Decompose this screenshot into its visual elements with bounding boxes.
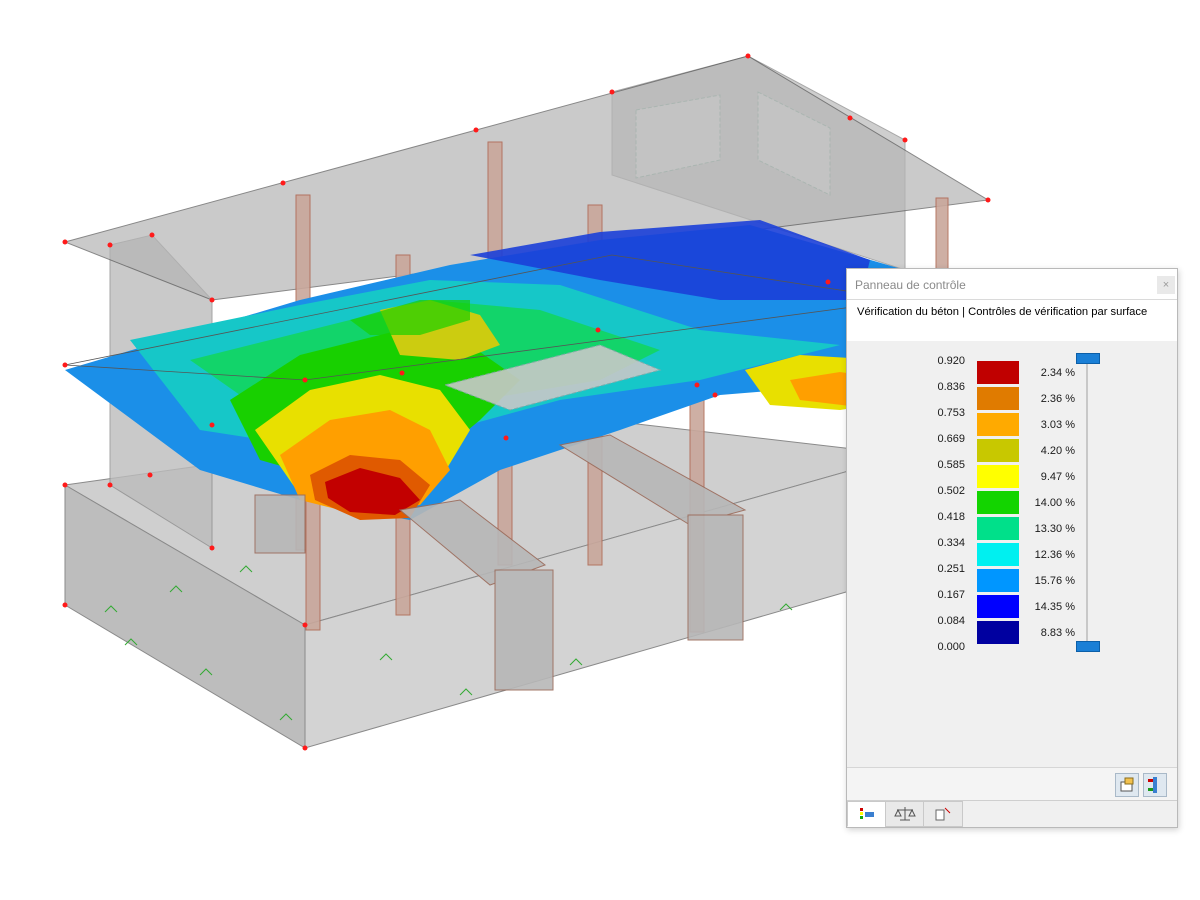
tab-color-scale[interactable]	[847, 801, 887, 827]
legend-tick: 0.502	[937, 485, 965, 497]
node	[694, 382, 700, 388]
node	[302, 745, 308, 751]
node	[107, 242, 113, 248]
node	[595, 327, 601, 333]
beam-support	[494, 569, 554, 691]
close-icon[interactable]: ×	[1157, 276, 1175, 294]
node	[503, 435, 509, 441]
node	[209, 545, 215, 551]
node	[302, 377, 308, 383]
legend-swatch	[977, 517, 1019, 540]
node	[62, 482, 68, 488]
node	[62, 362, 68, 368]
legend-swatch	[977, 491, 1019, 514]
node	[902, 137, 908, 143]
legend-swatch	[977, 439, 1019, 462]
color-legend: 0.920 0.836 0.753 0.669 0.585 0.502 0.41…	[847, 341, 1177, 767]
legend-tick: 0.669	[937, 433, 965, 445]
range-slider-max-handle[interactable]	[1076, 353, 1100, 364]
node	[62, 239, 68, 245]
legend-percent: 15.76 %	[1034, 575, 1075, 587]
node	[62, 602, 68, 608]
legend-swatch	[977, 361, 1019, 384]
node	[745, 53, 751, 59]
legend-percent: 2.34 %	[1040, 367, 1075, 379]
node	[473, 127, 479, 133]
legend-tick: 0.167	[937, 589, 965, 601]
node	[280, 180, 286, 186]
legend-tick: 0.334	[937, 537, 965, 549]
node	[147, 472, 153, 478]
balance-icon	[894, 807, 916, 821]
legend-tick: 0.084	[937, 615, 965, 627]
panel-title: Panneau de contrôle	[855, 278, 966, 292]
node	[107, 482, 113, 488]
beam-support	[687, 514, 744, 641]
tab-results[interactable]	[923, 801, 963, 827]
panel-header: Vérification du béton | Contrôles de vér…	[847, 299, 1177, 342]
tab-balance[interactable]	[885, 801, 925, 827]
legend-percent: 2.36 %	[1040, 393, 1075, 405]
legend-percent: 14.00 %	[1034, 497, 1075, 509]
legend-percent: 4.20 %	[1040, 445, 1075, 457]
beam-support	[254, 494, 306, 554]
legend-percent: 9.47 %	[1040, 471, 1075, 483]
legend-tick: 0.920	[937, 355, 965, 367]
result-type-label: Vérification du béton | Contrôles de vér…	[857, 306, 1148, 318]
color-scale-icon	[860, 808, 874, 819]
legend-percent: 14.35 %	[1034, 601, 1075, 613]
legend-swatch	[977, 595, 1019, 618]
node	[825, 279, 831, 285]
node	[209, 422, 215, 428]
node	[209, 297, 215, 303]
panel-tabs	[847, 800, 1177, 827]
node	[847, 115, 853, 121]
legend-adjust-icon	[1148, 777, 1157, 793]
legend-percent: 12.36 %	[1034, 549, 1075, 561]
legend-swatch	[977, 621, 1019, 644]
range-slider-min-handle[interactable]	[1076, 641, 1100, 652]
range-slider-track[interactable]	[1086, 357, 1088, 645]
node	[302, 622, 308, 628]
legend-swatch	[977, 569, 1019, 592]
legend-percent: 13.30 %	[1034, 523, 1075, 535]
legend-tick: 0.418	[937, 511, 965, 523]
legend-swatch	[977, 465, 1019, 488]
legend-swatch	[977, 387, 1019, 410]
node	[399, 370, 405, 376]
legend-tick: 0.251	[937, 563, 965, 575]
settings-button[interactable]	[1115, 773, 1139, 797]
node	[149, 232, 155, 238]
legend-tick: 0.836	[937, 381, 965, 393]
legend-percent: 3.03 %	[1040, 419, 1075, 431]
panel-titlebar[interactable]: Panneau de contrôle ×	[847, 269, 1177, 299]
legend-tick: 0.585	[937, 459, 965, 471]
results-table-icon	[935, 807, 951, 821]
legend-adjust-button[interactable]	[1143, 773, 1167, 797]
legend-percent: 8.83 %	[1040, 627, 1075, 639]
legend-tick: 0.753	[937, 407, 965, 419]
node	[712, 392, 718, 398]
settings-icon	[1120, 777, 1134, 792]
legend-swatch	[977, 413, 1019, 436]
panel-toolbar	[847, 767, 1177, 800]
node	[609, 89, 615, 95]
legend-swatch	[977, 543, 1019, 566]
control-panel[interactable]: Panneau de contrôle × Vérification du bé…	[846, 268, 1178, 828]
legend-tick: 0.000	[937, 641, 965, 653]
node	[985, 197, 991, 203]
